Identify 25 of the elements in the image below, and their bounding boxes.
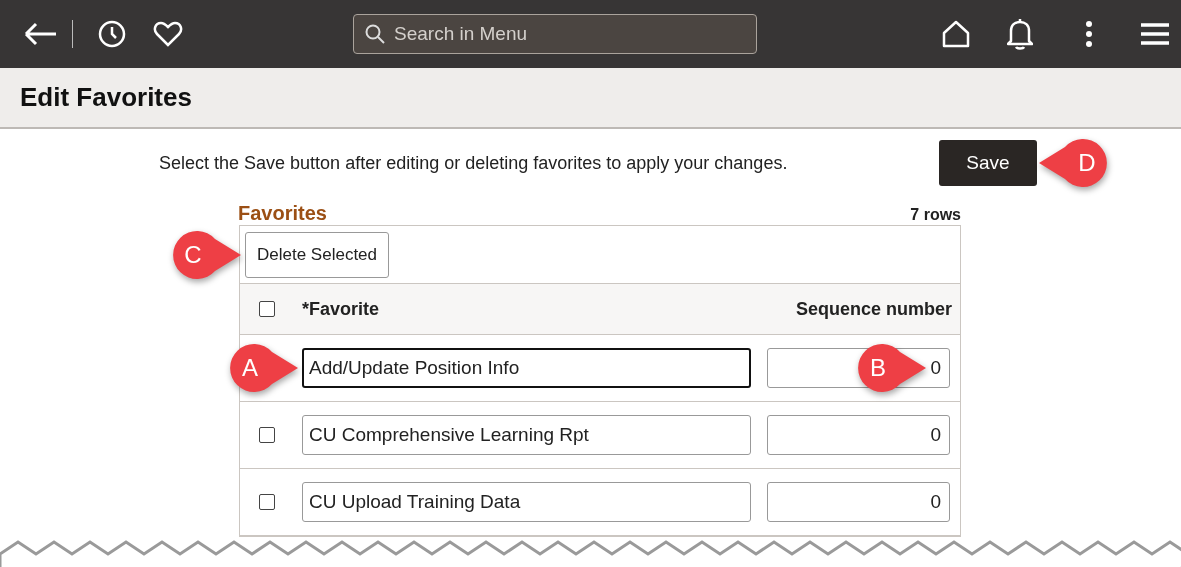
column-header: Sequence number — [795, 298, 952, 320]
save-button[interactable]: Save — [939, 140, 1037, 186]
heart-icon[interactable] — [153, 21, 183, 47]
favorite-field[interactable]: CU Upload Training Data — [302, 482, 751, 522]
row-checkbox[interactable] — [259, 494, 275, 510]
sequence-field[interactable]: 0 — [767, 482, 950, 522]
row-count: 7 rows — [910, 206, 961, 224]
home-icon[interactable] — [941, 19, 971, 49]
page-title: Edit Favorites — [20, 82, 192, 113]
bell-icon[interactable] — [1007, 18, 1033, 50]
search-icon — [365, 24, 385, 44]
delete-selected-button[interactable]: Delete Selected — [245, 231, 390, 278]
instruction-text: Select the Save button after editing or deleting favorites to apply your changes. — [159, 152, 789, 174]
favorite-field[interactable]: CU Comprehensive Learning Rpt — [302, 415, 751, 455]
sequence-field[interactable]: 0 — [767, 415, 950, 455]
clock-icon[interactable] — [97, 19, 127, 49]
menu-icon[interactable] — [1141, 22, 1169, 46]
grid-title: Favorites — [238, 202, 327, 225]
back-arrow-icon[interactable] — [24, 22, 58, 46]
more-options-icon[interactable] — [1085, 20, 1093, 48]
search-field[interactable]: Search in Menu — [353, 14, 757, 54]
favorite-field[interactable]: Add/Update Position Info — [302, 348, 751, 388]
select-all-checkbox[interactable] — [259, 301, 275, 317]
column-header: *Favorite — [302, 298, 381, 320]
row-checkbox[interactable] — [259, 427, 275, 443]
